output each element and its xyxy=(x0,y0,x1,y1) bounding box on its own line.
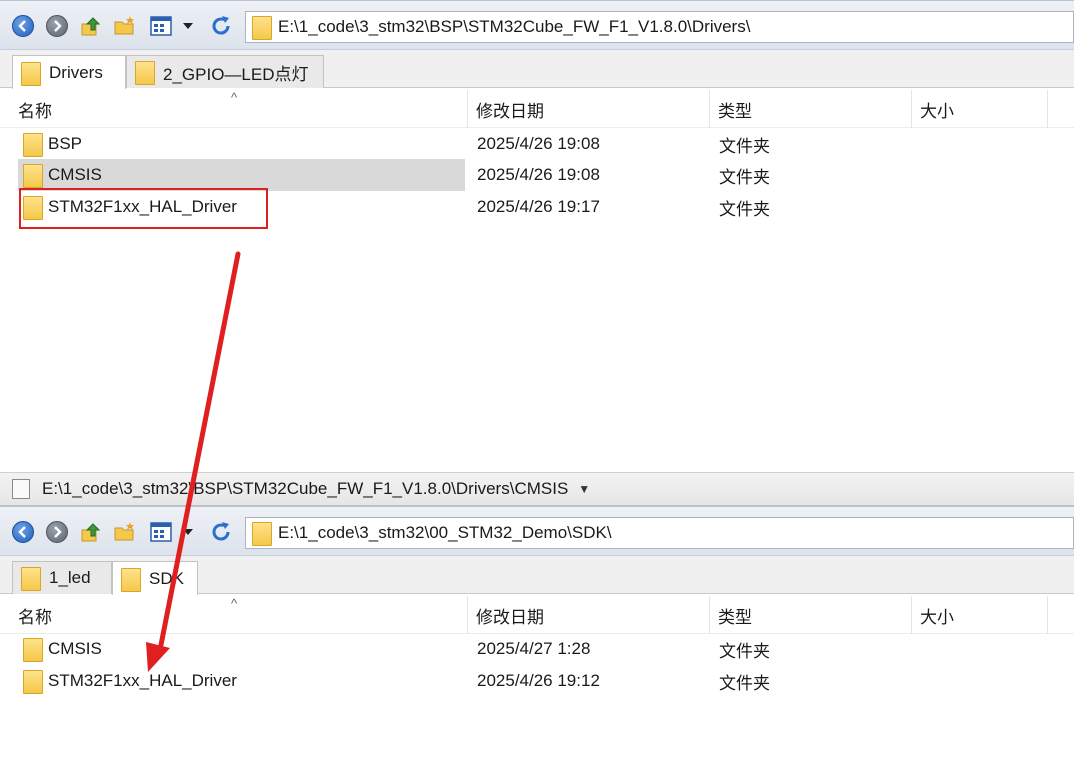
tab-label: 1_led xyxy=(49,568,91,587)
new-folder-icon xyxy=(114,522,134,541)
annotation-highlight-box xyxy=(19,188,268,229)
sort-ascending-icon: ^ xyxy=(231,90,238,105)
list-item[interactable]: CMSIS 2025/4/27 1:28 文件夹 xyxy=(0,633,1074,665)
view-button[interactable] xyxy=(148,13,174,39)
folder-icon xyxy=(23,638,43,662)
column-header-size[interactable]: 大小 xyxy=(912,90,1048,128)
item-type: 文件夹 xyxy=(719,641,770,661)
back-icon xyxy=(12,521,34,543)
folder-icon xyxy=(121,567,141,592)
item-name: STM32F1xx_HAL_Driver xyxy=(48,671,237,690)
folder-icon xyxy=(252,16,272,40)
top-toolbar: E:\1_code\3_stm32\BSP\STM32Cube_FW_F1_V1… xyxy=(0,0,1074,50)
tab-sdk[interactable]: SDK xyxy=(112,561,198,595)
view-dropdown-button[interactable] xyxy=(180,519,196,545)
item-name: CMSIS xyxy=(48,165,102,184)
item-date: 2025/4/27 1:28 xyxy=(477,639,591,658)
status-path: E:\1_code\3_stm32\BSP\STM32Cube_FW_F1_V1… xyxy=(42,479,569,498)
item-date: 2025/4/26 19:08 xyxy=(477,134,600,153)
column-header-date[interactable]: 修改日期 xyxy=(468,596,710,634)
list-item[interactable]: BSP 2025/4/26 19:08 文件夹 xyxy=(0,128,1074,160)
item-date: 2025/4/26 19:12 xyxy=(477,671,600,690)
address-text: E:\1_code\3_stm32\BSP\STM32Cube_FW_F1_V1… xyxy=(278,17,751,36)
column-header-type[interactable]: 类型 xyxy=(710,90,912,128)
column-header-name[interactable]: 名称 xyxy=(10,596,468,634)
status-dropdown-icon[interactable]: ▼ xyxy=(578,482,590,496)
item-type: 文件夹 xyxy=(719,136,770,156)
new-folder-icon xyxy=(114,16,134,35)
column-header-type[interactable]: 类型 xyxy=(710,596,912,634)
item-name: BSP xyxy=(48,134,83,153)
refresh-button[interactable] xyxy=(208,13,234,39)
forward-icon xyxy=(46,15,68,37)
tab-1-led[interactable]: 1_led xyxy=(12,561,112,594)
folder-icon xyxy=(23,670,43,694)
item-name: CMSIS xyxy=(48,639,102,658)
view-button[interactable] xyxy=(148,519,174,545)
up-button[interactable] xyxy=(78,519,104,545)
forward-button[interactable] xyxy=(44,519,70,545)
sort-ascending-icon: ^ xyxy=(231,596,238,611)
folder-icon xyxy=(21,61,41,86)
tab-label: 2_GPIO—LED点灯 xyxy=(163,64,309,84)
view-icon xyxy=(150,522,172,542)
forward-button[interactable] xyxy=(44,13,70,39)
up-icon xyxy=(81,523,101,542)
refresh-icon xyxy=(212,16,230,35)
back-button[interactable] xyxy=(10,13,36,39)
view-icon xyxy=(150,16,172,36)
tab-drivers[interactable]: Drivers xyxy=(12,55,126,89)
address-bar[interactable]: E:\1_code\3_stm32\00_STM32_Demo\SDK\ xyxy=(245,517,1074,549)
dropdown-icon xyxy=(183,529,193,535)
item-type: 文件夹 xyxy=(719,673,770,693)
forward-icon xyxy=(46,521,68,543)
folder-icon xyxy=(21,567,41,591)
status-file-icon xyxy=(12,479,30,499)
address-bar[interactable]: E:\1_code\3_stm32\BSP\STM32Cube_FW_F1_V1… xyxy=(245,11,1074,43)
tab-label: SDK xyxy=(149,568,184,588)
dropdown-icon xyxy=(183,23,193,29)
top-explorer-pane: E:\1_code\3_stm32\BSP\STM32Cube_FW_F1_V1… xyxy=(0,0,1074,472)
list-item-selected[interactable]: CMSIS 2025/4/26 19:08 文件夹 xyxy=(0,159,1074,191)
back-icon xyxy=(12,15,34,37)
folder-icon xyxy=(23,164,43,188)
address-text: E:\1_code\3_stm32\00_STM32_Demo\SDK\ xyxy=(278,523,612,542)
column-header-size[interactable]: 大小 xyxy=(912,596,1048,634)
bottom-explorer-pane: E:\1_code\3_stm32\00_STM32_Demo\SDK\ 1_l… xyxy=(0,506,1074,757)
tab-label: Drivers xyxy=(49,62,103,82)
new-folder-button[interactable] xyxy=(112,519,138,545)
item-type: 文件夹 xyxy=(719,199,770,219)
folder-icon xyxy=(135,61,155,85)
up-icon xyxy=(81,17,101,36)
column-header-row: 名称 ^ 修改日期 类型 大小 xyxy=(0,90,1074,128)
column-header-row: 名称 ^ 修改日期 类型 大小 xyxy=(0,596,1074,634)
back-button[interactable] xyxy=(10,519,36,545)
item-date: 2025/4/26 19:08 xyxy=(477,165,600,184)
column-header-name[interactable]: 名称 xyxy=(10,90,468,128)
tab-gpio-led[interactable]: 2_GPIO—LED点灯 xyxy=(126,55,324,88)
item-type: 文件夹 xyxy=(719,167,770,187)
status-bar: E:\1_code\3_stm32\BSP\STM32Cube_FW_F1_V1… xyxy=(0,472,1074,506)
folder-icon xyxy=(23,133,43,157)
folder-icon xyxy=(252,522,272,546)
item-date: 2025/4/26 19:17 xyxy=(477,197,600,216)
up-button[interactable] xyxy=(78,13,104,39)
list-item[interactable]: STM32F1xx_HAL_Driver 2025/4/26 19:12 文件夹 xyxy=(0,665,1074,697)
top-tab-bar: Drivers 2_GPIO—LED点灯 xyxy=(0,50,1074,89)
new-folder-button[interactable] xyxy=(112,13,138,39)
refresh-button[interactable] xyxy=(208,519,234,545)
bottom-toolbar: E:\1_code\3_stm32\00_STM32_Demo\SDK\ xyxy=(0,506,1074,556)
view-dropdown-button[interactable] xyxy=(180,13,196,39)
column-header-date[interactable]: 修改日期 xyxy=(468,90,710,128)
bottom-tab-bar: 1_led SDK xyxy=(0,556,1074,595)
refresh-icon xyxy=(212,522,230,541)
